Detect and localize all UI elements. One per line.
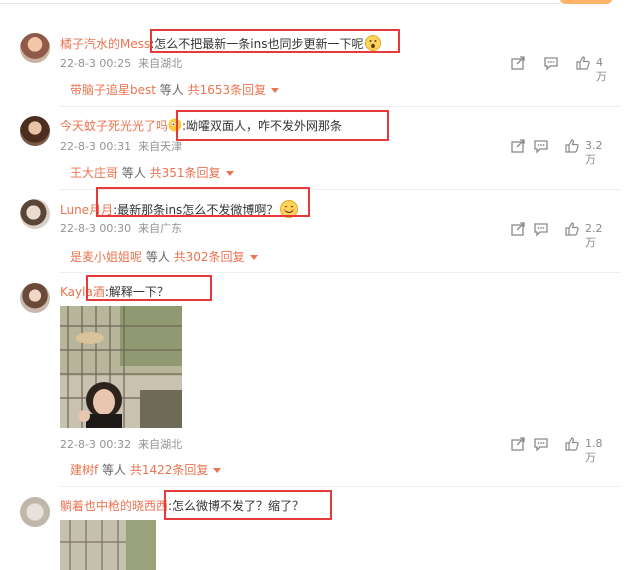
avatar[interactable]: [20, 199, 50, 229]
location: 来自广东: [138, 222, 183, 235]
reply-mid-text: 等人: [98, 463, 130, 477]
username[interactable]: 躺着也中枪的晓西西: [60, 499, 168, 513]
avatar[interactable]: [20, 33, 50, 63]
thumbs-up-icon: [565, 437, 579, 451]
caret-down-icon[interactable]: [225, 171, 234, 176]
avatar[interactable]: [20, 116, 50, 146]
reply-count-link[interactable]: 共1653条回复: [188, 83, 267, 97]
comment-meta: 22-8-3 00:31 来自天津: [60, 140, 182, 154]
thumbs-up-icon: [576, 56, 590, 70]
like-count: 2.2万: [585, 222, 603, 249]
reply-username[interactable]: 带脑子追星best: [70, 83, 156, 97]
location: 来自天津: [138, 140, 183, 153]
highlight-box: [86, 275, 212, 301]
highlight-box: [164, 490, 332, 520]
reply-mid-text: 等人: [142, 250, 174, 264]
divider-line: [0, 3, 560, 4]
thumbs-up-icon: [565, 222, 579, 236]
comment-meta: 22-8-3 00:30 来自广东: [60, 222, 182, 236]
comment-divider: [60, 106, 620, 107]
comment-actions: 3.2万: [510, 138, 620, 166]
comment-meta: 22-8-3 00:25 来自湖北: [60, 57, 182, 71]
comment-meta: 22-8-3 00:32 来自湖北: [60, 438, 182, 452]
comment-actions: 1.8万: [510, 436, 620, 464]
reply-username[interactable]: 王大庄哥: [70, 166, 118, 180]
reply-count-link[interactable]: 共1422条回复: [130, 463, 209, 477]
reply-username[interactable]: 建树f: [70, 463, 98, 477]
caret-down-icon[interactable]: [271, 88, 280, 93]
thumbs-up-icon: [565, 139, 579, 153]
caret-down-icon[interactable]: [213, 468, 222, 473]
top-divider: [0, 0, 633, 6]
location: 来自湖北: [138, 438, 183, 451]
reply-username[interactable]: 是麦小姐姐呢: [70, 250, 142, 264]
like-count: 1.8万: [585, 437, 603, 464]
comment-photo[interactable]: [60, 306, 182, 428]
comment-photo[interactable]: [60, 520, 156, 570]
reply-summary[interactable]: 王大庄哥 等人 共351条回复: [70, 166, 234, 180]
timestamp: 22-8-3 00:32: [60, 438, 132, 451]
reply-summary[interactable]: 是麦小姐姐呢 等人 共302条回复: [70, 250, 258, 264]
comment-divider: [60, 486, 620, 487]
comment-actions: 4万: [510, 55, 620, 83]
avatar[interactable]: [20, 497, 50, 527]
reply-count-link[interactable]: 共302条回复: [174, 250, 245, 264]
highlight-box: [96, 187, 310, 217]
comment-actions: 2.2万: [510, 221, 620, 249]
comment-divider: [60, 272, 620, 273]
timestamp: 22-8-3 00:25: [60, 57, 132, 70]
reply-summary[interactable]: 建树f 等人 共1422条回复: [70, 463, 222, 477]
username[interactable]: 橘子汽水的Mess: [60, 37, 150, 51]
highlight-box: [176, 110, 389, 141]
timestamp: 22-8-3 00:30: [60, 222, 132, 235]
highlight-box: [150, 29, 400, 53]
reply-count-link[interactable]: 共351条回复: [150, 166, 221, 180]
username[interactable]: 今天蚊子死光光了吗: [60, 119, 168, 133]
avatar[interactable]: [20, 283, 50, 313]
follow-button-edge[interactable]: [560, 0, 612, 4]
reply-summary[interactable]: 带脑子追星best 等人 共1653条回复: [70, 83, 280, 97]
reply-mid-text: 等人: [155, 83, 188, 97]
like-count: 3.2万: [585, 139, 603, 166]
timestamp: 22-8-3 00:31: [60, 140, 132, 153]
location: 来自湖北: [138, 57, 183, 70]
like-count: 4万: [596, 56, 607, 83]
caret-down-icon[interactable]: [249, 255, 258, 260]
reply-mid-text: 等人: [118, 166, 150, 180]
